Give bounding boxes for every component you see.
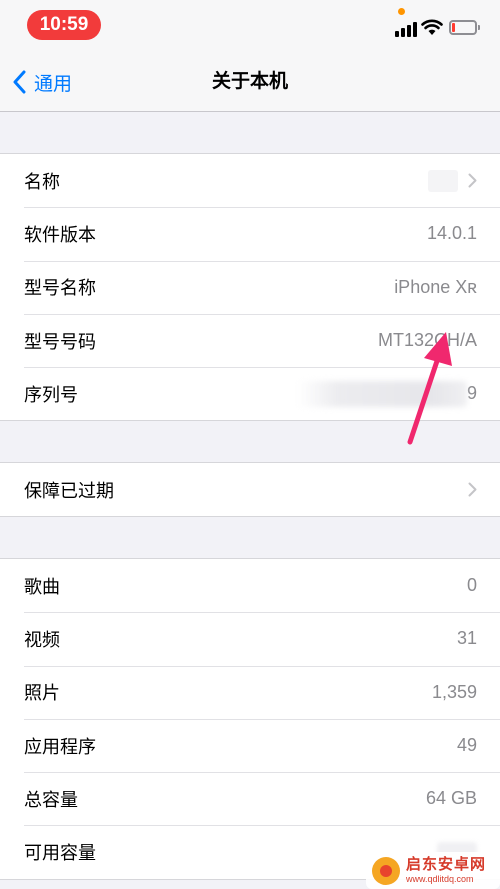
watermark-url: www.qdlitdq.com	[406, 874, 474, 884]
row-label: 应用程序	[24, 736, 96, 757]
row-label: 型号名称	[24, 278, 96, 299]
navigation-bar: 通用 关于本机	[0, 50, 500, 112]
redacted-device-name	[428, 169, 458, 192]
wifi-icon	[421, 19, 443, 35]
row-capacity: 总容量 64 GB	[0, 772, 500, 825]
privacy-indicator-dot	[398, 8, 405, 15]
watermark-logo: 启东安卓网 www.qdlitdq.com	[366, 852, 500, 889]
row-name[interactable]: 名称	[0, 154, 500, 207]
row-label: 总容量	[24, 789, 78, 810]
battery-icon	[449, 20, 480, 35]
row-model-name: 型号名称 iPhone Xʀ	[0, 260, 500, 314]
row-value: 9	[466, 383, 477, 404]
row-label: 照片	[24, 683, 60, 704]
battery-level	[452, 23, 455, 32]
media-storage-group: 歌曲 0 视频 31 照片 1,359 应用程序 49 总容量 64 GB 可用…	[0, 558, 500, 880]
row-value: 49	[456, 735, 477, 756]
status-time[interactable]: 10:59	[27, 10, 101, 40]
row-coverage-expired[interactable]: 保障已过期	[0, 463, 500, 516]
status-bar: 10:59	[0, 0, 500, 50]
row-value: 1,359	[431, 681, 477, 702]
row-value: 64 GB	[425, 788, 477, 809]
row-label: 歌曲	[24, 576, 60, 597]
chevron-right-icon	[468, 173, 477, 188]
cellular-signal-icon	[395, 21, 417, 37]
row-label: 视频	[24, 629, 60, 650]
row-value: 31	[456, 628, 477, 649]
watermark-text: 启东安卓网 www.qdlitdq.com	[406, 857, 486, 884]
watermark-logo-icon	[372, 856, 400, 885]
row-value: iPhone Xʀ	[394, 276, 477, 297]
coverage-group: 保障已过期	[0, 462, 500, 518]
row-songs: 歌曲 0	[0, 559, 500, 612]
row-value: 14.0.1	[426, 223, 477, 244]
chevron-right-icon	[468, 482, 477, 497]
page-title: 关于本机	[211, 71, 288, 92]
watermark-name: 启东安卓网	[406, 856, 487, 873]
row-label: 名称	[24, 171, 60, 192]
row-model-number[interactable]: 型号号码 MT132CH/A	[0, 313, 500, 367]
row-videos: 视频 31	[0, 612, 500, 665]
redacted-serial-number	[296, 380, 467, 407]
row-applications: 应用程序 49	[0, 718, 500, 772]
row-label: 型号号码	[24, 331, 96, 352]
row-label: 序列号	[24, 384, 78, 405]
row-label: 保障已过期	[24, 480, 114, 501]
row-value: MT132CH/A	[377, 330, 477, 351]
row-photos: 照片 1,359	[0, 665, 500, 719]
row-software-version: 软件版本 14.0.1	[0, 207, 500, 260]
device-info-group: 名称 软件版本 14.0.1 型号名称 iPhone Xʀ 型号号码 MT132…	[0, 153, 500, 422]
row-serial-number: 序列号 9	[0, 367, 500, 420]
row-value: 0	[466, 575, 477, 596]
row-label: 软件版本	[24, 224, 96, 245]
